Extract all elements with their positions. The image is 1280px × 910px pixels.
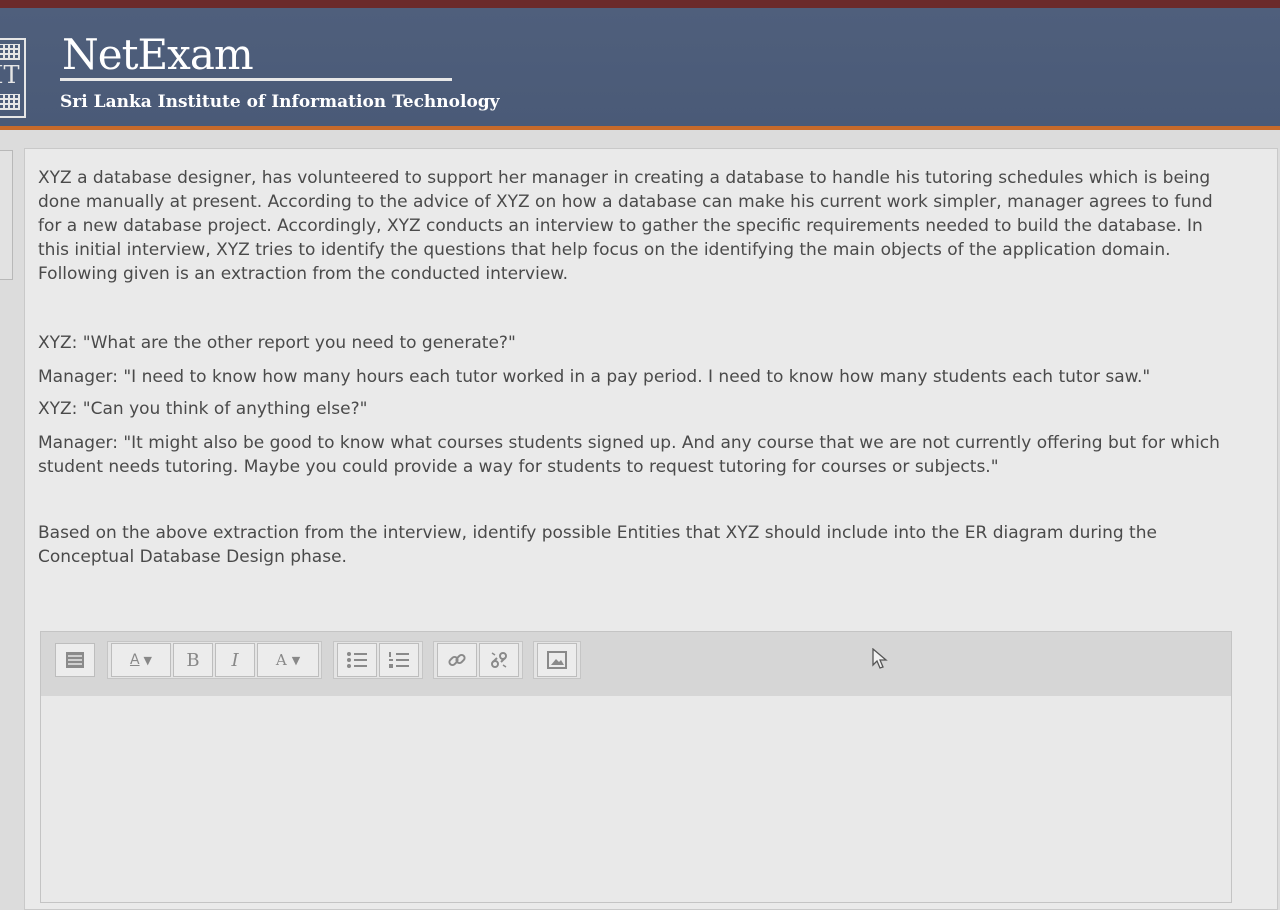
institute-logo: IT xyxy=(0,38,26,118)
bold-button[interactable]: B xyxy=(173,643,213,677)
dialogue-line: XYZ: "Can you think of anything else?" xyxy=(38,399,368,419)
dialogue-line: Manager: "It might also be good to know … xyxy=(38,433,1220,477)
dialogue-line: XYZ: "What are the other report you need… xyxy=(38,333,516,353)
italic-label: I xyxy=(231,649,239,671)
page-header: IT NetExam Sri Lanka Institute of Inform… xyxy=(0,8,1280,126)
logo-text: IT xyxy=(0,61,20,89)
question-prompt: Based on the above extraction from the i… xyxy=(38,523,1157,567)
unordered-list-icon[interactable] xyxy=(337,643,377,677)
chevron-down-icon: ▼ xyxy=(143,653,153,667)
font-color-button[interactable]: A ▼ xyxy=(257,643,319,677)
unlink-icon[interactable] xyxy=(479,643,519,677)
top-strip xyxy=(0,0,1280,8)
question-intro: XYZ a database designer, has volunteered… xyxy=(38,168,1213,284)
paragraph-style-button[interactable]: A ▼ xyxy=(111,643,171,677)
italic-button[interactable]: I xyxy=(215,643,255,677)
font-color-label: A xyxy=(275,651,287,669)
link-icon[interactable] xyxy=(437,643,477,677)
logo-grid-top xyxy=(0,44,20,60)
institute-name: Sri Lanka Institute of Information Techn… xyxy=(60,92,500,112)
toolbar-toggle-icon[interactable] xyxy=(55,643,95,677)
question-nav-tab[interactable] xyxy=(0,150,13,280)
header-accent-line xyxy=(0,126,1280,130)
logo-grid-bottom xyxy=(0,94,20,110)
answer-textarea[interactable] xyxy=(41,696,1231,902)
chevron-down-icon: ▼ xyxy=(291,653,301,667)
answer-editor: A ▼ B I A ▼ xyxy=(40,631,1232,903)
title-divider xyxy=(60,78,452,81)
mouse-pointer-icon xyxy=(872,647,888,674)
bold-label: B xyxy=(186,649,200,671)
ordered-list-icon[interactable] xyxy=(379,643,419,677)
image-icon[interactable] xyxy=(537,643,577,677)
app-title: NetExam xyxy=(62,30,254,79)
paragraph-style-label: A xyxy=(129,652,140,668)
editor-toolbar: A ▼ B I A ▼ xyxy=(41,632,1231,697)
dialogue-line: Manager: "I need to know how many hours … xyxy=(38,367,1151,387)
